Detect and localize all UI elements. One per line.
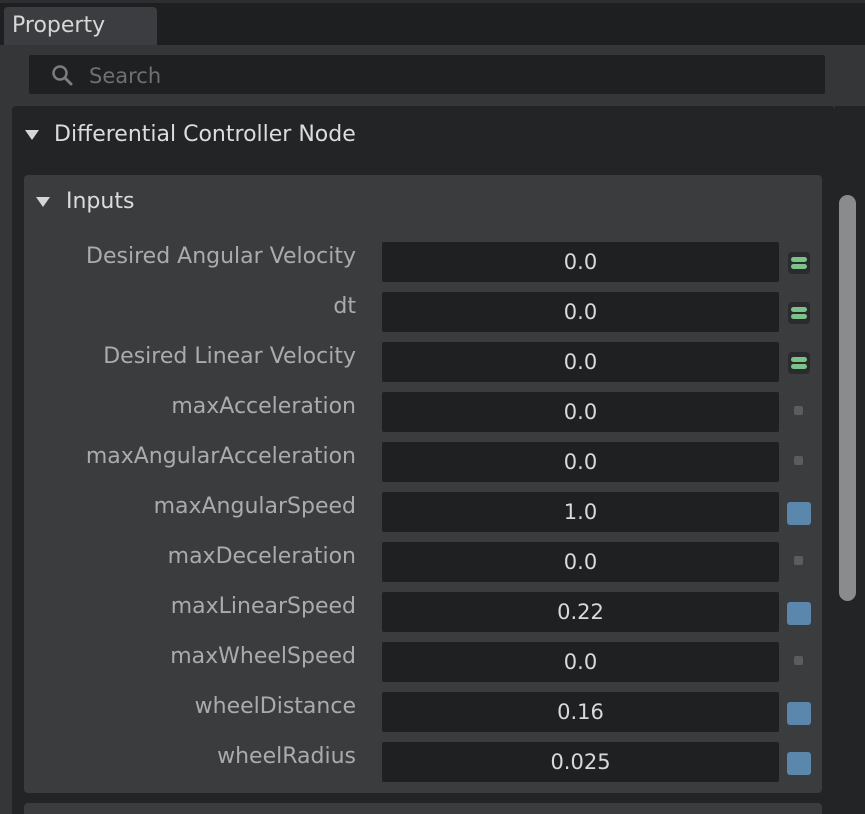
default-dot-icon[interactable] <box>794 556 803 565</box>
property-row: Desired Angular Velocity <box>24 242 822 292</box>
property-label: Desired Linear Velocity <box>103 344 356 369</box>
inputs-title: Inputs <box>66 189 135 214</box>
property-label: maxAcceleration <box>171 394 356 419</box>
search-input[interactable] <box>87 55 811 96</box>
next-section-frame <box>24 803 822 814</box>
property-row: maxAngularAcceleration <box>24 442 822 492</box>
property-row: maxDeceleration <box>24 542 822 592</box>
property-value-field[interactable] <box>382 392 779 432</box>
input-rows: Desired Angular Velocity dt Desired Linear… <box>24 242 822 792</box>
property-row: maxWheelSpeed <box>24 642 822 692</box>
default-dot-icon[interactable] <box>794 656 803 665</box>
connection-icon[interactable] <box>788 352 810 374</box>
property-label: wheelRadius <box>217 744 356 769</box>
collapse-triangle-icon[interactable] <box>25 130 39 140</box>
property-label: maxLinearSpeed <box>170 594 356 619</box>
property-label: maxWheelSpeed <box>170 644 356 669</box>
property-row: dt <box>24 292 822 342</box>
connection-icon[interactable] <box>788 302 810 324</box>
property-value-field[interactable] <box>382 342 779 382</box>
node-title: Differential Controller Node <box>54 122 356 147</box>
property-value-field[interactable] <box>382 542 779 582</box>
scrollbar-thumb[interactable] <box>839 195 856 601</box>
property-value-field[interactable] <box>382 692 779 732</box>
property-label: Desired Angular Velocity <box>86 244 356 269</box>
property-label: maxAngularSpeed <box>153 494 356 519</box>
property-row: maxAcceleration <box>24 392 822 442</box>
property-row: maxLinearSpeed <box>24 592 822 642</box>
search-icon <box>52 65 73 86</box>
property-row: wheelRadius <box>24 742 822 792</box>
tab-bar-top-line <box>0 0 865 3</box>
property-value-field[interactable] <box>382 442 779 482</box>
property-label: maxDeceleration <box>167 544 356 569</box>
collapse-triangle-icon[interactable] <box>36 197 50 207</box>
property-value-field[interactable] <box>382 242 779 282</box>
property-label: wheelDistance <box>194 694 356 719</box>
property-row: wheelDistance <box>24 692 822 742</box>
property-value-field[interactable] <box>382 292 779 332</box>
default-dot-icon[interactable] <box>794 456 803 465</box>
property-value-field[interactable] <box>382 742 779 782</box>
property-value-field[interactable] <box>382 592 779 632</box>
modified-square-icon[interactable] <box>787 752 811 775</box>
property-row: Desired Linear Velocity <box>24 342 822 392</box>
connection-icon[interactable] <box>788 252 810 274</box>
modified-square-icon[interactable] <box>787 602 811 625</box>
property-label: maxAngularAcceleration <box>85 444 356 469</box>
modified-square-icon[interactable] <box>787 702 811 725</box>
property-row: maxAngularSpeed <box>24 492 822 542</box>
tab-property[interactable]: Property <box>4 7 157 45</box>
property-label: dt <box>333 294 356 319</box>
node-section-header[interactable]: Differential Controller Node <box>12 106 835 164</box>
search-bar[interactable] <box>29 55 825 96</box>
tab-bar: Property <box>0 0 865 45</box>
property-value-field[interactable] <box>382 492 779 532</box>
tab-property-label: Property <box>12 13 106 38</box>
property-value-field[interactable] <box>382 642 779 682</box>
default-dot-icon[interactable] <box>794 406 803 415</box>
inputs-section-header[interactable]: Inputs <box>24 175 822 233</box>
modified-square-icon[interactable] <box>787 502 811 525</box>
